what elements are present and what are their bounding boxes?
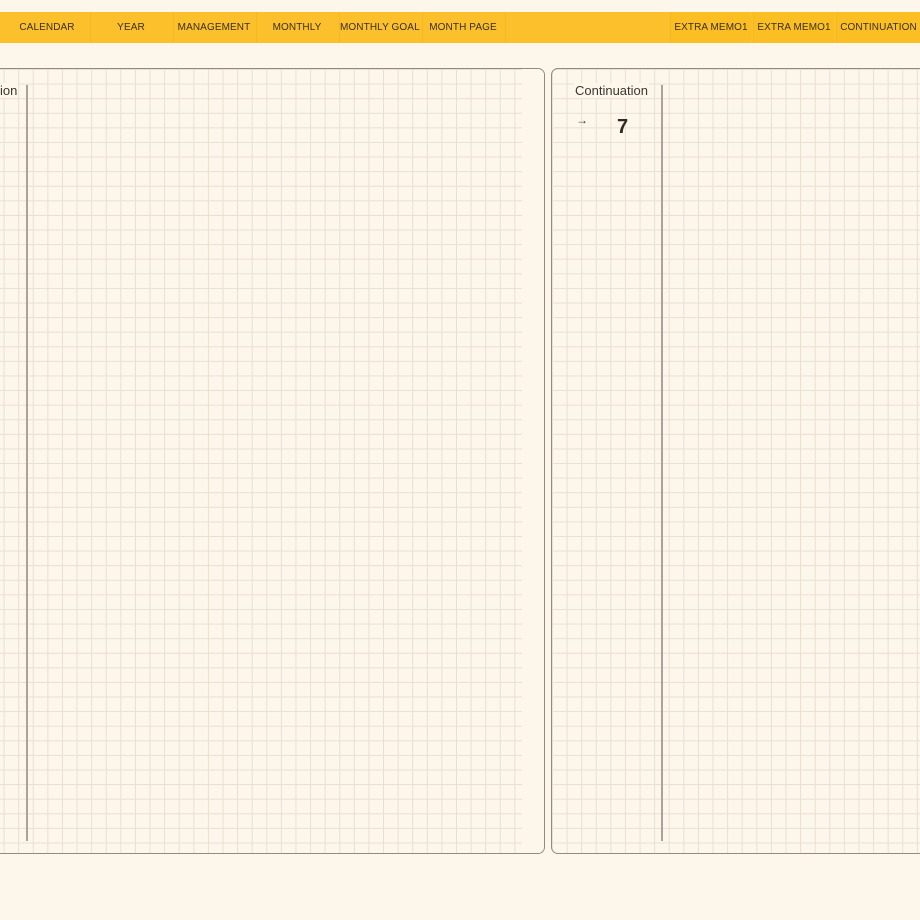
left-notebook-page[interactable] (0, 68, 545, 854)
tab-empty[interactable] (507, 12, 667, 43)
margin-divider-line (661, 85, 663, 841)
left-page-title: ion (0, 83, 19, 98)
tab-month-page[interactable]: MONTH PAGE (424, 12, 502, 43)
tab-extra-memo-1[interactable]: EXTRA MEMO1 (671, 12, 751, 43)
tab-year[interactable]: YEAR (92, 12, 170, 43)
tab-continuation[interactable]: CONTINUATION (837, 12, 920, 43)
tab-divider (256, 12, 257, 43)
arrow-right-icon: → (576, 113, 588, 127)
right-notebook-page[interactable] (551, 68, 920, 854)
day-number: 7 (617, 116, 629, 138)
tab-divider (90, 12, 91, 43)
tab-divider (173, 12, 174, 43)
margin-divider-line (26, 85, 28, 841)
tab-calendar[interactable]: CALENDAR (8, 12, 86, 43)
top-tab-bar: CALENDAR YEAR MANAGEMENT MONTHLY MONTHLY… (0, 12, 920, 43)
tab-monthly-goal[interactable]: MONTHLY GOAL (340, 12, 420, 43)
tab-monthly[interactable]: MONTHLY (258, 12, 336, 43)
continuation-title: Continuation (574, 83, 649, 98)
tab-divider (422, 12, 423, 43)
tab-extra-memo-2[interactable]: EXTRA MEMO1 (754, 12, 834, 43)
tab-divider (505, 12, 506, 43)
page-margin (522, 69, 544, 853)
tab-management[interactable]: MANAGEMENT (175, 12, 253, 43)
